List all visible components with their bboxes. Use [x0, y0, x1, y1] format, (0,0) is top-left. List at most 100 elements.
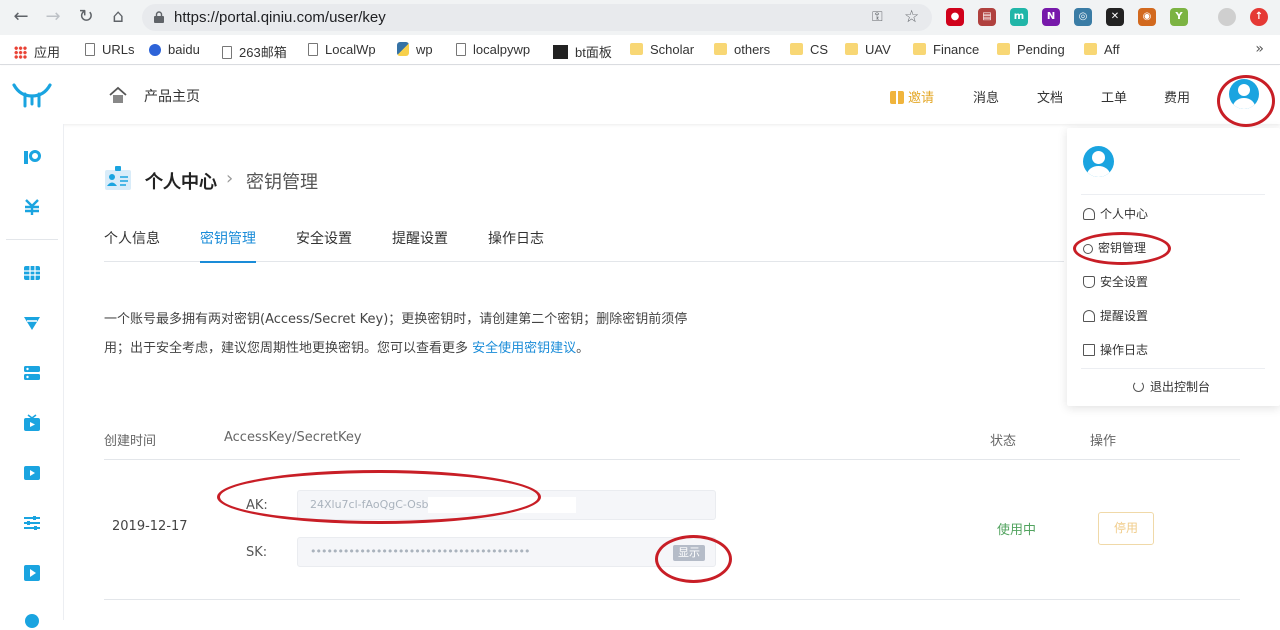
folder-icon — [1084, 43, 1097, 55]
bookmark-item[interactable]: UAV — [845, 42, 891, 57]
gift-icon — [890, 91, 904, 104]
key-description: 一个账号最多拥有两对密钥(Access/Secret Key)；更换密钥时，请创… — [104, 305, 744, 363]
browser-toolbar: ← → ↻ ⌂ https://portal.qiniu.com/user/ke… — [0, 0, 1280, 35]
dropdown-avatar — [1083, 146, 1114, 177]
tab-key-management[interactable]: 密钥管理 — [200, 228, 256, 263]
menu-item-reminders[interactable]: 提醒设置 — [1083, 307, 1148, 324]
profile-icon[interactable] — [1218, 8, 1236, 26]
bookmark-item[interactable]: 应用 — [14, 42, 60, 61]
apps-icon — [14, 46, 27, 59]
bookmark-item[interactable]: URLs — [85, 42, 135, 57]
page-icon — [85, 43, 95, 56]
tab-reminder-settings[interactable]: 提醒设置 — [392, 228, 448, 261]
menu-item-personal-center[interactable]: 个人中心 — [1083, 205, 1148, 222]
more-service-icon[interactable] — [23, 612, 41, 630]
server-icon[interactable] — [23, 364, 41, 382]
security-advice-link[interactable]: 安全使用密钥建议 — [472, 341, 576, 356]
live-tv-icon[interactable] — [23, 414, 41, 432]
bookmark-label: bt面板 — [575, 45, 612, 60]
home-icon[interactable] — [108, 86, 128, 104]
bookmark-item[interactable]: baidu — [149, 42, 200, 57]
tab-security-settings[interactable]: 安全设置 — [296, 228, 352, 261]
menu-item-security[interactable]: 安全设置 — [1083, 273, 1148, 290]
overview-icon[interactable] — [23, 148, 41, 166]
bookmark-label: localpywp — [473, 42, 531, 57]
tickets-link[interactable]: 工单 — [1101, 87, 1127, 106]
m-extension-icon[interactable]: m — [1010, 8, 1028, 26]
page-icon — [456, 43, 466, 56]
disable-key-button[interactable]: 停用 — [1098, 512, 1154, 545]
media-play-icon[interactable] — [23, 564, 41, 582]
pdf-extension-icon[interactable]: ▤ — [978, 8, 996, 26]
docs-link[interactable]: 文档 — [1037, 87, 1063, 106]
reload-icon[interactable]: ↻ — [75, 6, 97, 28]
bookmark-star-icon[interactable]: ☆ — [904, 7, 919, 27]
cdn-icon[interactable] — [23, 314, 41, 332]
menu-item-key-management[interactable]: 密钥管理 — [1083, 239, 1146, 256]
tab-personal-info[interactable]: 个人信息 — [104, 228, 160, 261]
settings-sliders-icon[interactable] — [23, 514, 41, 532]
bookmark-item[interactable]: localpywp — [456, 42, 530, 57]
column-actions: 操作 — [1090, 434, 1117, 449]
forward-icon[interactable]: → — [42, 6, 64, 28]
video-icon[interactable] — [23, 464, 41, 482]
bookmark-item[interactable]: Pending — [997, 42, 1065, 57]
finance-icon[interactable] — [23, 198, 41, 216]
bookmark-label: Aff — [1104, 42, 1120, 57]
key-icon[interactable]: ⚿ — [872, 9, 883, 25]
monkey-extension-icon[interactable]: ◉ — [1138, 8, 1156, 26]
row-divider — [104, 599, 1240, 600]
bookmarks-more-icon[interactable]: » — [1255, 41, 1264, 57]
update-icon[interactable]: ↑ — [1250, 8, 1268, 26]
qiniu-logo-icon[interactable] — [12, 82, 52, 108]
home-browser-icon[interactable]: ⌂ — [107, 6, 129, 28]
user-avatar[interactable] — [1229, 79, 1259, 109]
bookmark-label: 263邮箱 — [239, 45, 287, 60]
table-divider — [104, 459, 1240, 460]
messages-link[interactable]: 消息 — [973, 87, 999, 106]
adblock-icon[interactable]: ● — [946, 8, 964, 26]
bookmark-item[interactable]: bt面板 — [553, 42, 612, 61]
bookmark-item[interactable]: CS — [790, 42, 828, 57]
status-badge: 使用中 — [997, 523, 1037, 538]
page-icon — [308, 43, 318, 56]
bookmark-label: Finance — [933, 42, 980, 57]
billing-link[interactable]: 费用 — [1164, 87, 1190, 106]
x-extension-icon[interactable]: ✕ — [1106, 8, 1124, 26]
address-bar[interactable]: https://portal.qiniu.com/user/key ⚿ ☆ — [142, 4, 932, 31]
bookmark-item[interactable]: wp — [397, 42, 433, 57]
invite-link[interactable]: 邀请 — [890, 87, 934, 106]
bookmarks-bar: 应用 URLs baidu 263邮箱 LocalWp wp localpywp bt面板 Sc… — [0, 35, 1280, 65]
bookmark-item[interactable]: Scholar — [630, 42, 694, 57]
breadcrumb-separator: › — [226, 168, 234, 189]
breadcrumb-root[interactable]: 个人中心 — [145, 168, 217, 194]
bookmark-item[interactable]: Aff — [1084, 42, 1120, 57]
folder-icon — [845, 43, 858, 55]
ak-label: AK: — [246, 498, 268, 513]
bookmark-label: 应用 — [34, 45, 61, 60]
menu-item-operation-log[interactable]: 操作日志 — [1083, 341, 1148, 358]
bookmark-label: CS — [810, 42, 829, 57]
onenote-icon[interactable]: N — [1042, 8, 1060, 26]
column-keys: AccessKey/SecretKey — [224, 430, 362, 445]
secret-key-field[interactable]: ••••••••••••••••••••••••••••••••••••••••… — [297, 537, 716, 567]
bookmark-item[interactable]: 263邮箱 — [222, 42, 287, 61]
tab-operation-log[interactable]: 操作日志 — [488, 228, 544, 261]
sidebar-divider — [6, 239, 58, 240]
y-extension-icon[interactable]: Y — [1170, 8, 1188, 26]
globe-extension-icon[interactable]: ◎ — [1074, 8, 1092, 26]
bookmark-label: Scholar — [650, 42, 695, 57]
folder-icon — [630, 43, 643, 55]
bookmark-item[interactable]: Finance — [913, 42, 979, 57]
product-home-link[interactable]: 产品主页 — [144, 86, 200, 106]
access-key-field[interactable]: 24Xlu7cl-fAoQgC-Osb — [297, 490, 716, 520]
kodo-storage-icon[interactable] — [23, 264, 41, 282]
logout-button[interactable]: 退出控制台 — [1133, 378, 1210, 395]
log-icon — [1083, 344, 1095, 356]
column-status: 状态 — [990, 434, 1017, 449]
back-icon[interactable]: ← — [10, 6, 32, 28]
bookmark-item[interactable]: LocalWp — [308, 42, 376, 57]
bell-icon — [1083, 310, 1095, 322]
show-secret-button[interactable]: 显示 — [673, 545, 705, 561]
bookmark-item[interactable]: others — [714, 42, 770, 57]
